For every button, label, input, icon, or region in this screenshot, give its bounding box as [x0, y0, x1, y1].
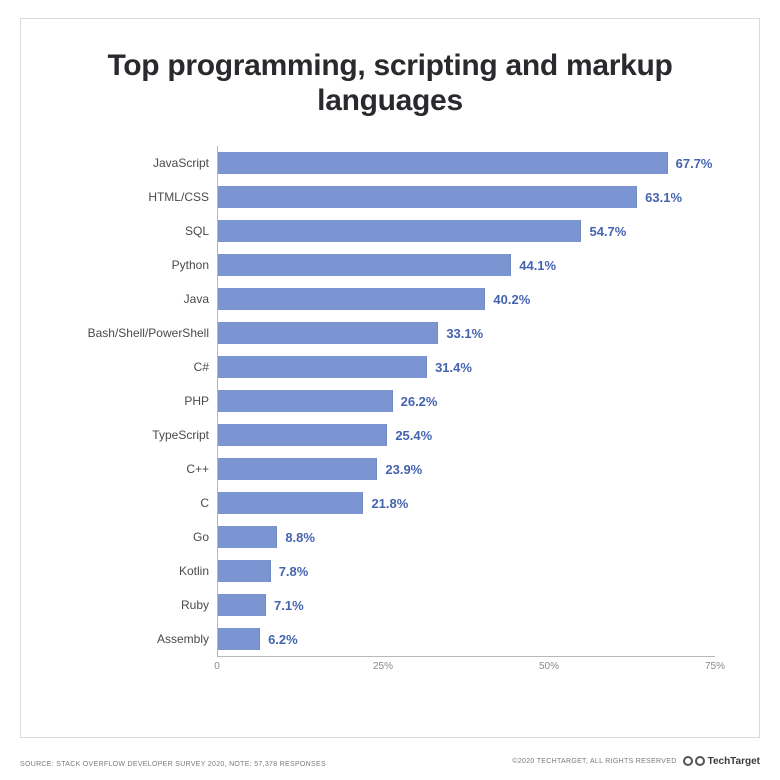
chart-plot-area: JavaScript 67.7% HTML/CSS 63.1% SQL 54.7% Pyth…: [65, 146, 715, 701]
value-label: 23.9%: [385, 462, 422, 477]
bar: [218, 390, 393, 412]
value-label: 21.8%: [371, 496, 408, 511]
bar-row: C++ 23.9%: [65, 452, 715, 486]
axis-spacer: [65, 656, 217, 678]
bar: [218, 492, 363, 514]
bar-row: Go 8.8%: [65, 520, 715, 554]
bar-row: Assembly 6.2%: [65, 622, 715, 656]
brand-name: TechTarget: [708, 756, 760, 767]
bar-row: TypeScript 25.4%: [65, 418, 715, 452]
value-label: 54.7%: [589, 224, 626, 239]
axis-tick: 25%: [373, 661, 393, 672]
bar: [218, 526, 277, 548]
brand-logo: TechTarget: [683, 754, 760, 768]
category-label: Kotlin: [65, 564, 217, 578]
bar-track: 67.7%: [217, 146, 715, 180]
bar-row: Java 40.2%: [65, 282, 715, 316]
bar-row: Bash/Shell/PowerShell 33.1%: [65, 316, 715, 350]
category-label: Assembly: [65, 632, 217, 646]
value-label: 7.1%: [274, 598, 304, 613]
axis-tick: 50%: [539, 661, 559, 672]
bar: [218, 152, 668, 174]
bar: [218, 356, 427, 378]
bar-row: SQL 54.7%: [65, 214, 715, 248]
bar: [218, 322, 438, 344]
bar-track: 8.8%: [217, 520, 715, 554]
chart-title: Top programming, scripting and markup la…: [65, 49, 715, 118]
axis-ticks: 025%50%75%: [217, 656, 715, 678]
chart-footer: SOURCE: STACK OVERFLOW DEVELOPER SURVEY …: [20, 754, 760, 768]
bar-track: 21.8%: [217, 486, 715, 520]
value-label: 8.8%: [285, 530, 315, 545]
bar-track: 31.4%: [217, 350, 715, 384]
copyright-note: ©2020 TECHTARGET, ALL RIGHTS RESERVED: [512, 758, 676, 765]
bar: [218, 288, 485, 310]
bar: [218, 458, 377, 480]
bar-track: 44.1%: [217, 248, 715, 282]
chart-container: Top programming, scripting and markup la…: [0, 0, 780, 780]
category-label: JavaScript: [65, 156, 217, 170]
bar-track: 33.1%: [217, 316, 715, 350]
value-label: 26.2%: [401, 394, 438, 409]
bar-row: Kotlin 7.8%: [65, 554, 715, 588]
bar-track: 23.9%: [217, 452, 715, 486]
bar-track: 6.2%: [217, 622, 715, 656]
bar: [218, 560, 271, 582]
bar: [218, 424, 387, 446]
bar: [218, 254, 511, 276]
category-label: PHP: [65, 394, 217, 408]
bar: [218, 220, 581, 242]
value-label: 63.1%: [645, 190, 682, 205]
bar-track: 7.1%: [217, 588, 715, 622]
value-label: 31.4%: [435, 360, 472, 375]
value-label: 40.2%: [493, 292, 530, 307]
bar-track: 25.4%: [217, 418, 715, 452]
category-label: HTML/CSS: [65, 190, 217, 204]
bar-row: Ruby 7.1%: [65, 588, 715, 622]
bar-row: Python 44.1%: [65, 248, 715, 282]
axis-tick: 0: [214, 661, 220, 672]
category-label: Python: [65, 258, 217, 272]
bar-track: 26.2%: [217, 384, 715, 418]
category-label: C#: [65, 360, 217, 374]
bar-row: C 21.8%: [65, 486, 715, 520]
axis-tick: 75%: [705, 661, 725, 672]
techtarget-icon: [683, 754, 705, 768]
bar-row: PHP 26.2%: [65, 384, 715, 418]
value-label: 7.8%: [279, 564, 309, 579]
category-label: Java: [65, 292, 217, 306]
bar-track: 40.2%: [217, 282, 715, 316]
bar-row: C# 31.4%: [65, 350, 715, 384]
category-label: Bash/Shell/PowerShell: [65, 326, 217, 340]
value-label: 25.4%: [395, 428, 432, 443]
source-note: SOURCE: STACK OVERFLOW DEVELOPER SURVEY …: [20, 761, 326, 768]
category-label: Go: [65, 530, 217, 544]
value-label: 6.2%: [268, 632, 298, 647]
category-label: SQL: [65, 224, 217, 238]
chart-card: Top programming, scripting and markup la…: [20, 18, 760, 738]
x-axis: 025%50%75%: [65, 656, 715, 678]
category-label: C++: [65, 462, 217, 476]
bar-row: HTML/CSS 63.1%: [65, 180, 715, 214]
value-label: 33.1%: [446, 326, 483, 341]
bar: [218, 628, 260, 650]
bar: [218, 594, 266, 616]
bar-row: JavaScript 67.7%: [65, 146, 715, 180]
value-label: 44.1%: [519, 258, 556, 273]
category-label: TypeScript: [65, 428, 217, 442]
category-label: Ruby: [65, 598, 217, 612]
bar-track: 7.8%: [217, 554, 715, 588]
bar-track: 63.1%: [217, 180, 715, 214]
bar: [218, 186, 637, 208]
bar-track: 54.7%: [217, 214, 715, 248]
brand-block: ©2020 TECHTARGET, ALL RIGHTS RESERVED Te…: [512, 754, 760, 768]
category-label: C: [65, 496, 217, 510]
value-label: 67.7%: [676, 156, 713, 171]
